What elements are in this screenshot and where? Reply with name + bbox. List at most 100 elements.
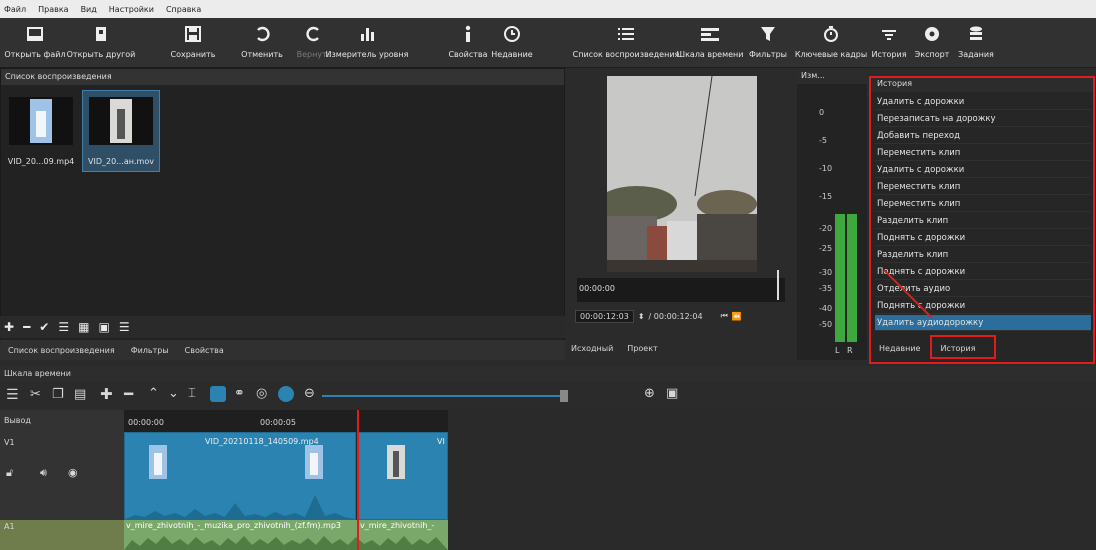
add-icon[interactable]: ✚ bbox=[4, 320, 14, 334]
check-icon[interactable]: ✔ bbox=[39, 320, 49, 334]
meter-tick: -35 bbox=[819, 284, 833, 293]
remove-icon[interactable]: ━ bbox=[124, 385, 133, 403]
audio-clip[interactable]: v_mire_zhivotnih_-_muzika_pro_zhivotnih_… bbox=[124, 520, 448, 550]
menu-edit[interactable]: Правка bbox=[38, 5, 68, 14]
meter-left-label: L bbox=[835, 346, 840, 355]
menu-icon[interactable]: ☰ bbox=[119, 320, 130, 334]
history-item[interactable]: Переместить клип bbox=[875, 145, 1091, 161]
open-other-button[interactable]: Открыть другой bbox=[67, 18, 135, 68]
menu-view[interactable]: Вид bbox=[81, 5, 97, 14]
zoom-out-icon[interactable]: ⊖ bbox=[304, 386, 315, 401]
undo-button[interactable]: Отменить bbox=[238, 18, 286, 68]
menu-settings[interactable]: Настройки bbox=[109, 5, 154, 14]
export-icon bbox=[923, 22, 941, 46]
playlist-button[interactable]: Список воспроизведения bbox=[563, 18, 689, 68]
jobs-button[interactable]: Задания bbox=[954, 18, 998, 68]
ripple-all-icon[interactable] bbox=[278, 386, 294, 402]
playlist-item[interactable]: VID_20...09.mp4 bbox=[3, 91, 79, 171]
rewind-icon[interactable]: ⏪ bbox=[732, 312, 742, 321]
history-item[interactable]: Перезаписать на дорожку bbox=[875, 111, 1091, 127]
remove-icon[interactable]: ━ bbox=[23, 320, 30, 334]
level-meter-icon bbox=[359, 22, 375, 46]
export-button[interactable]: Экспорт bbox=[910, 18, 954, 68]
timeline-button[interactable]: Шкала времени bbox=[677, 18, 743, 68]
stopwatch-icon bbox=[823, 22, 839, 46]
history-item[interactable]: Поднять с дорожки bbox=[875, 230, 1091, 246]
save-button[interactable]: Сохранить bbox=[168, 18, 218, 68]
split-icon[interactable]: ⌶ bbox=[188, 386, 196, 401]
meter-tick: -15 bbox=[819, 192, 833, 201]
history-item[interactable]: Удалить с дорожки bbox=[875, 94, 1091, 110]
clip-thumbnail bbox=[9, 97, 73, 145]
ripple-icon[interactable]: ◎ bbox=[256, 386, 267, 401]
audio-track-label: A1 bbox=[4, 522, 15, 531]
tiles-view-icon[interactable]: ▦ bbox=[78, 320, 89, 334]
menu-icon[interactable]: ☰ bbox=[6, 387, 19, 403]
filters-button[interactable]: Фильтры bbox=[744, 18, 792, 68]
history-item[interactable]: Разделить клип bbox=[875, 213, 1091, 229]
jobs-icon bbox=[968, 22, 984, 46]
paste-icon[interactable]: ▤ bbox=[74, 387, 86, 402]
history-icon bbox=[880, 22, 898, 46]
properties-button[interactable]: Свойства bbox=[448, 18, 488, 68]
menu-help[interactable]: Справка bbox=[166, 5, 201, 14]
history-title: История bbox=[869, 76, 1095, 92]
cut-icon[interactable]: ✂ bbox=[30, 387, 41, 402]
recent-button[interactable]: Недавние bbox=[490, 18, 534, 68]
icons-view-icon[interactable]: ▣ bbox=[98, 320, 109, 334]
history-item[interactable]: Разделить клип bbox=[875, 247, 1091, 263]
visibility-icon[interactable]: ◉ bbox=[68, 466, 78, 479]
copy-icon[interactable]: ❐ bbox=[52, 387, 64, 402]
total-duration: / 00:00:12:04 bbox=[648, 311, 703, 321]
zoom-slider[interactable] bbox=[322, 395, 562, 397]
clip-thumbnail bbox=[149, 445, 167, 479]
overwrite-icon[interactable]: ⌄ bbox=[168, 386, 179, 401]
history-button[interactable]: История bbox=[864, 18, 914, 68]
info-icon bbox=[463, 22, 473, 46]
main-toolbar: Открыть файл Открыть другой Сохранить От… bbox=[0, 18, 1096, 68]
tab-source[interactable]: Исходный bbox=[571, 344, 613, 353]
ruler-tick: 00:00:00 bbox=[128, 418, 164, 427]
current-timecode[interactable]: 00:00:12:03 bbox=[575, 309, 634, 323]
video-clip[interactable]: VI bbox=[358, 432, 448, 520]
audio-track-header: A1 bbox=[0, 520, 124, 550]
video-clip[interactable]: VID_20210118_140509.mp4 bbox=[124, 432, 356, 520]
menu-file[interactable]: Файл bbox=[4, 5, 26, 14]
meter-tick: -30 bbox=[819, 268, 833, 277]
tab-project[interactable]: Проект bbox=[627, 344, 657, 353]
tab-properties[interactable]: Свойства bbox=[185, 346, 224, 355]
details-view-icon[interactable]: ☰ bbox=[58, 320, 69, 334]
annotation-arrow bbox=[883, 269, 933, 319]
scrub-bar[interactable]: 00:00:00 bbox=[577, 270, 785, 302]
history-item[interactable]: Добавить переход bbox=[875, 128, 1091, 144]
meter-tick: -10 bbox=[819, 164, 833, 173]
snap-icon[interactable] bbox=[210, 386, 226, 402]
level-meter-button[interactable]: Измеритель уровня bbox=[322, 18, 412, 68]
history-tab-highlight bbox=[930, 335, 996, 359]
playlist-item-selected[interactable]: VID_20...ан.mov bbox=[82, 90, 160, 172]
timecode-stepper-icon[interactable]: ⬍ bbox=[638, 312, 645, 321]
history-item[interactable]: Удалить с дорожки bbox=[875, 162, 1091, 178]
history-item[interactable]: Переместить клип bbox=[875, 196, 1091, 212]
history-item[interactable]: Переместить клип bbox=[875, 179, 1091, 195]
open-file-button[interactable]: Открыть файл bbox=[4, 18, 66, 68]
lock-icon[interactable]: 🔓︎ bbox=[6, 466, 13, 480]
skip-start-icon[interactable]: ⏮ bbox=[721, 311, 728, 321]
tab-filters[interactable]: Фильтры bbox=[131, 346, 169, 355]
scrub-playhead[interactable] bbox=[777, 270, 779, 300]
zoom-slider-handle[interactable] bbox=[560, 390, 568, 402]
tab-playlist[interactable]: Список воспроизведения bbox=[8, 346, 115, 355]
meter-tick: -50 bbox=[819, 320, 833, 329]
timeline-playhead[interactable] bbox=[357, 410, 359, 550]
tab-recent[interactable]: Недавние bbox=[879, 344, 920, 353]
zoom-fit-icon[interactable]: ▣ bbox=[666, 386, 678, 401]
video-track-label: V1 bbox=[4, 438, 15, 447]
zoom-in-icon[interactable]: ⊕ bbox=[644, 386, 655, 401]
keyframes-button[interactable]: Ключевые кадры bbox=[795, 18, 867, 68]
mute-icon[interactable]: 🔊︎ bbox=[40, 466, 47, 480]
video-preview bbox=[607, 76, 757, 272]
append-icon[interactable]: ✚ bbox=[100, 385, 113, 403]
scrub-audio-icon[interactable]: ⚭ bbox=[234, 386, 245, 401]
lift-icon[interactable]: ⌃ bbox=[148, 386, 159, 401]
timeline-ruler[interactable]: 00:00:00 00:00:05 bbox=[124, 410, 448, 432]
